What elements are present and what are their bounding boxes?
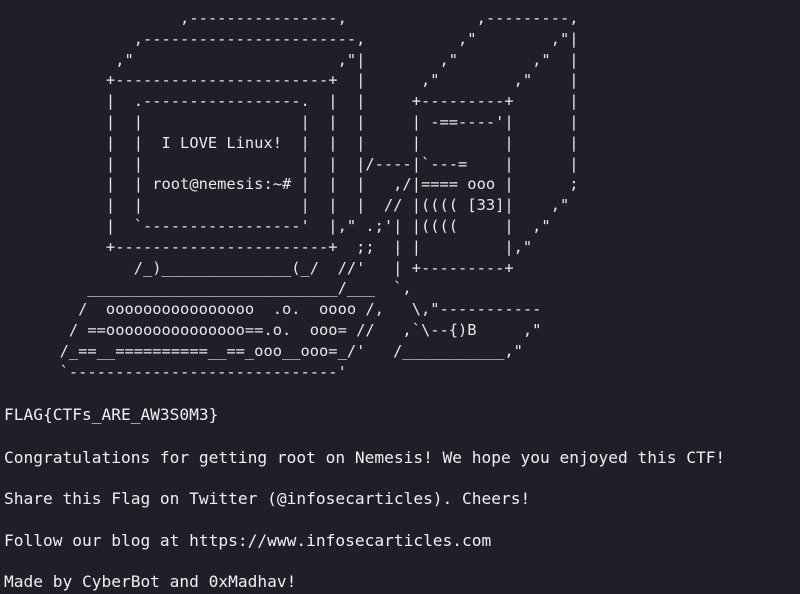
blog-message: Follow our blog at https://www.infosecar… <box>4 531 492 550</box>
ascii-art-computer: ,----------------, ,---------, ,--------… <box>59 9 579 381</box>
congrats-message: Congratulations for getting root on Neme… <box>4 448 726 467</box>
flag-text: FLAG{CTFs_ARE_AW3S0M3} <box>4 405 219 424</box>
terminal-window[interactable]: ,----------------, ,---------, ,--------… <box>0 0 800 594</box>
credits-message: Made by CyberBot and 0xMadhav! <box>4 572 297 591</box>
share-message: Share this Flag on Twitter (@infosecarti… <box>4 489 531 508</box>
